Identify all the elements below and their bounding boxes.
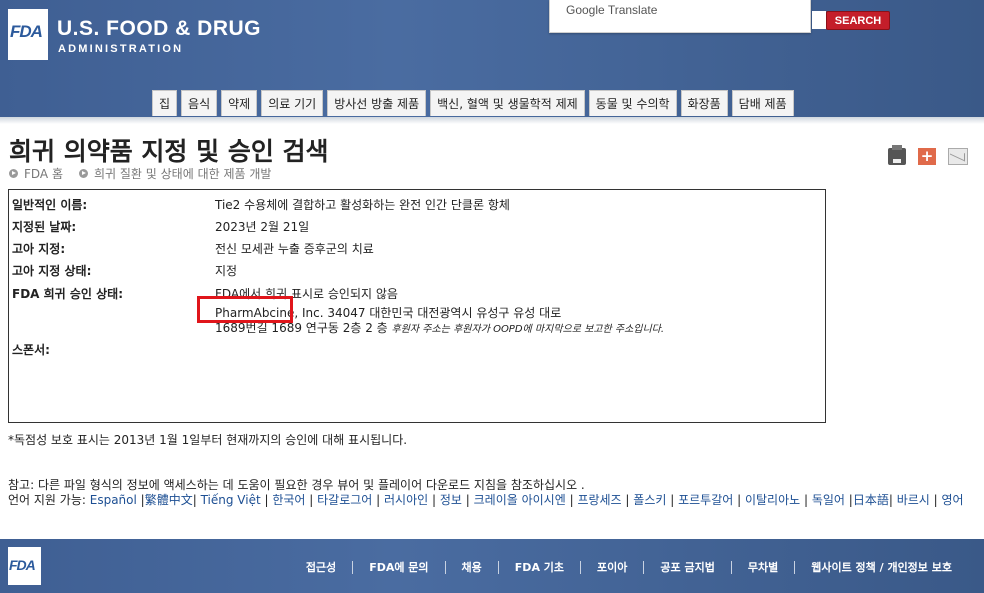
orphan-designation-value: 전신 모세관 누출 증후군의 치료	[215, 242, 374, 256]
footer-logo-text: FDA	[9, 557, 36, 573]
approval-status-label: FDA 희귀 승인 상태:	[12, 287, 124, 301]
lang-link-russian[interactable]: 러시아인	[384, 493, 428, 507]
footer-link-no-fear-act[interactable]: 공포 금지법	[643, 561, 730, 574]
footer-link-accessibility[interactable]: 접근성	[290, 561, 352, 574]
lang-link-french[interactable]: 프랑세즈	[577, 493, 621, 507]
page-tools: +	[888, 145, 968, 165]
designated-date-label: 지정된 날짜:	[12, 220, 77, 234]
orphan-status-value: 지정	[215, 264, 238, 278]
sponsor-address-line2-text: 1689번길 1689 연구동 2층 2 층	[215, 321, 388, 335]
footer-link-nondiscrimination[interactable]: 무차별	[730, 561, 794, 574]
exclusivity-footnote: *독점성 보호 표시는 2013년 1월 1일부터 현재까지의 승인에 대해 표…	[8, 433, 408, 447]
lang-link-info[interactable]: 정보	[440, 493, 462, 507]
lang-link-portuguese[interactable]: 포르투갈어	[678, 493, 733, 507]
main-nav: 집 음식 약제 의료 기기 방사선 방출 제품 백신, 혈액 및 생물학적 제제…	[152, 90, 794, 116]
site-footer: FDA 접근성 FDA에 문의 채용 FDA 기초 포이아 공포 금지법 무차별…	[0, 539, 984, 593]
lang-link-japanese[interactable]: 日本語	[853, 493, 889, 507]
agency-subname: ADMINISTRATION	[58, 43, 184, 55]
nav-item-cosmetics[interactable]: 화장품	[680, 90, 728, 116]
generic-name-value: Tie2 수용체에 결합하고 활성화하는 완전 인간 단클론 항체	[215, 198, 510, 212]
share-plus-icon[interactable]: +	[918, 148, 936, 165]
footer-link-website-policies[interactable]: 웹사이트 정책 / 개인정보 보호	[794, 561, 968, 574]
orphan-designation-label: 고아 지정:	[12, 242, 66, 256]
search-button[interactable]: SEARCH	[826, 11, 890, 30]
page-title: 희귀 의약품 지정 및 승인 검색	[9, 137, 329, 166]
breadcrumb-fda-home[interactable]: FDA 홈	[24, 165, 63, 182]
sponsor-label: 스폰서:	[12, 343, 50, 357]
footer-link-fda-basics[interactable]: FDA 기초	[497, 561, 580, 574]
lang-link-italian[interactable]: 이탈리아노	[745, 493, 800, 507]
nav-item-vaccines-blood[interactable]: 백신, 혈액 및 생물학적 제제	[430, 90, 585, 116]
orphan-status-label: 고아 지정 상태:	[12, 264, 92, 278]
breadcrumb: FDA 홈 희귀 질환 및 상태에 대한 제품 개발	[9, 165, 271, 182]
footer-fda-logo[interactable]: FDA	[8, 547, 41, 585]
lang-link-english[interactable]: 영어	[941, 493, 963, 507]
nav-item-radiation-products[interactable]: 방사선 방출 제품	[327, 90, 427, 116]
designated-date-value: 2023년 2월 21일	[215, 220, 310, 234]
viewer-note: 참고: 다른 파일 형식의 정보에 액세스하는 데 도움이 필요한 경우 뷰어 …	[8, 478, 585, 492]
search-input[interactable]	[812, 11, 826, 29]
google-translate-label: Google Translate	[566, 3, 658, 17]
nav-item-tobacco[interactable]: 담배 제품	[731, 90, 794, 116]
language-support: 언어 지원 가능: Español |繁體中文| Tiếng Việt | 한국…	[8, 493, 964, 507]
email-icon[interactable]	[948, 148, 968, 165]
fda-logo[interactable]: FDA	[8, 9, 48, 60]
nav-item-home[interactable]: 집	[152, 90, 178, 116]
nav-item-animal-veterinary[interactable]: 동물 및 수의학	[588, 90, 677, 116]
highlight-box	[197, 296, 293, 323]
google-translate-widget[interactable]: Google Translate	[549, 0, 811, 33]
nav-item-medical-devices[interactable]: 의료 기기	[261, 90, 324, 116]
print-icon[interactable]	[888, 145, 906, 165]
footer-link-foia[interactable]: 포이아	[580, 561, 643, 574]
agency-name[interactable]: U.S. FOOD & DRUG	[57, 17, 261, 41]
fda-logo-text: FDA	[10, 22, 43, 41]
breadcrumb-rare-disease[interactable]: 희귀 질환 및 상태에 대한 제품 개발	[94, 165, 271, 182]
language-support-label: 언어 지원 가능:	[8, 493, 86, 507]
lang-link-spanish[interactable]: Español	[90, 493, 137, 507]
lang-link-chinese[interactable]: 繁體中文	[145, 493, 193, 507]
lang-link-polish[interactable]: 폴스키	[633, 493, 666, 507]
bullet-arrow-icon	[9, 169, 18, 178]
footer-link-careers[interactable]: 채용	[444, 561, 498, 574]
sponsor-address-note: 후원자 주소는 후원자가 OOPD에 마지막으로 보고한 주소입니다.	[391, 324, 665, 335]
lang-link-vietnamese[interactable]: Tiếng Việt	[201, 493, 261, 507]
site-header: FDA U.S. FOOD & DRUG ADMINISTRATION Goog…	[0, 0, 984, 117]
lang-link-farsi[interactable]: 바르시	[897, 493, 930, 507]
lang-link-creole[interactable]: 크레이올 아이시엔	[474, 493, 566, 507]
bullet-arrow-icon	[79, 169, 88, 178]
generic-name-label: 일반적인 이름:	[12, 198, 88, 212]
lang-link-german[interactable]: 독일어	[812, 493, 845, 507]
footer-links: 접근성 FDA에 문의 채용 FDA 기초 포이아 공포 금지법 무차별 웹사이…	[290, 561, 968, 574]
nav-item-food[interactable]: 음식	[181, 90, 218, 116]
lang-link-korean[interactable]: 한국어	[272, 493, 305, 507]
lang-link-tagalog[interactable]: 타갈로그어	[317, 493, 372, 507]
header-divider	[0, 117, 984, 124]
footer-link-contact[interactable]: FDA에 문의	[352, 561, 444, 574]
nav-item-drugs[interactable]: 약제	[221, 90, 258, 116]
